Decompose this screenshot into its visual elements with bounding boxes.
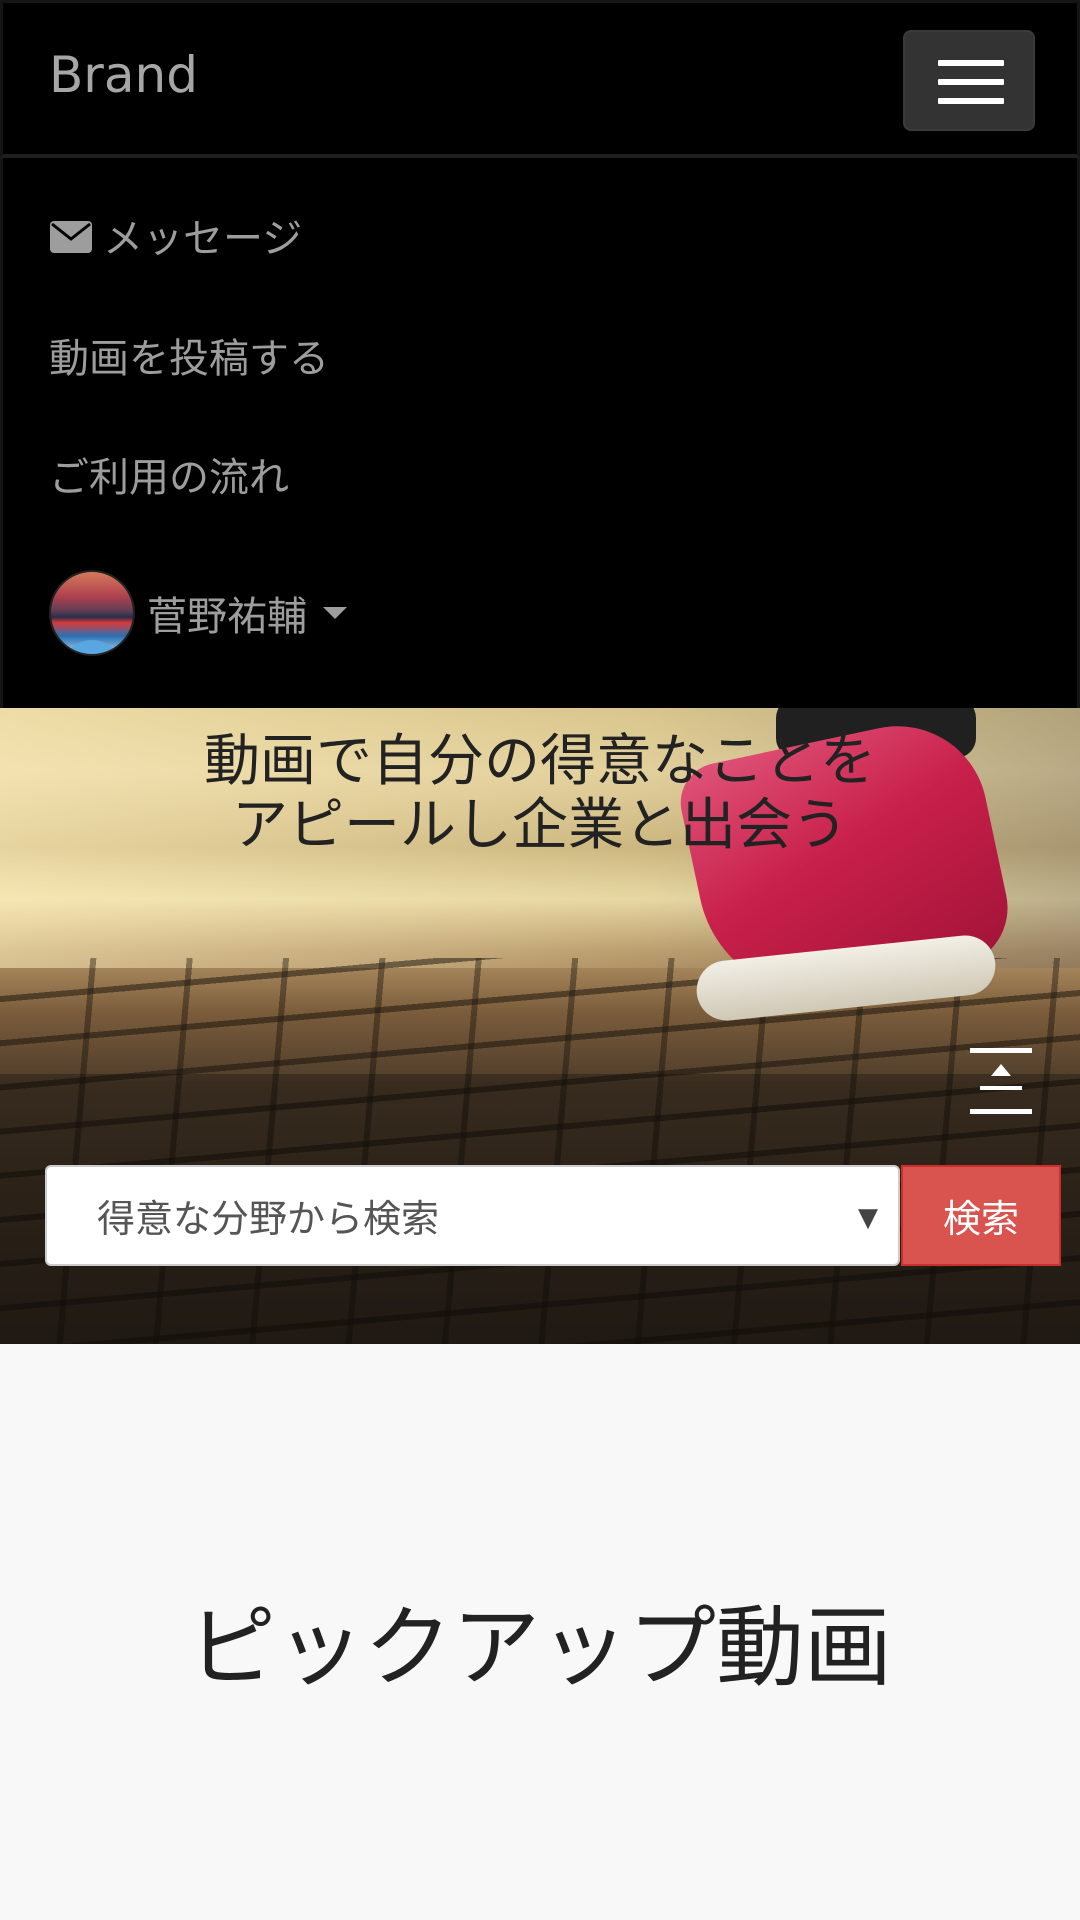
menu-item-post-video[interactable]: 動画を投稿する <box>49 325 329 385</box>
menu-item-label: ご利用の流れ <box>49 455 289 501</box>
hero-title-line: 動画で自分の得意なことを <box>204 729 876 794</box>
user-menu-dropdown[interactable]: 菅野祐輔 <box>49 570 347 656</box>
menu-toggle-button[interactable] <box>903 30 1035 131</box>
menu-item-label: メッセージ <box>103 216 303 262</box>
search-button[interactable]: 検索 <box>901 1165 1061 1266</box>
hero-title: 動画で自分の得意なことを アピールし企業と出会う <box>0 730 1080 858</box>
nav-menu: メッセージ 動画を投稿する ご利用の流れ 菅野祐輔 <box>0 158 1080 708</box>
avatar <box>49 570 135 656</box>
menu-item-message[interactable]: メッセージ <box>49 205 302 265</box>
hero-banner: 動画で自分の得意なことを アピールし企業と出会う 得意な分野から検索 ▼ 検索 <box>0 708 1080 1344</box>
pickup-section-title: ピックアップ動画 <box>187 1596 892 1699</box>
dropdown-arrow-icon: ▼ <box>858 1203 878 1233</box>
hamburger-icon-bar <box>938 79 1004 85</box>
icon-line <box>970 1048 1032 1053</box>
hamburger-icon <box>938 60 1004 66</box>
icon-line <box>970 1109 1032 1114</box>
navbar: Brand <box>0 0 1080 158</box>
caret-down-icon <box>323 607 347 619</box>
menu-item-label: 動画を投稿する <box>49 336 329 382</box>
hero-title-line: アピールし企業と出会う <box>232 793 848 858</box>
brand-link[interactable]: Brand <box>49 45 198 105</box>
category-search-select[interactable]: 得意な分野から検索 ▼ <box>45 1165 900 1266</box>
menu-item-how-to-use[interactable]: ご利用の流れ <box>49 444 289 504</box>
hamburger-icon-bar <box>938 98 1004 104</box>
user-name: 菅野祐輔 <box>147 594 307 640</box>
envelope-icon <box>49 218 93 253</box>
collapse-vertical-icon[interactable] <box>970 1048 1032 1114</box>
search-select-value: 得意な分野から検索 <box>97 1197 440 1241</box>
